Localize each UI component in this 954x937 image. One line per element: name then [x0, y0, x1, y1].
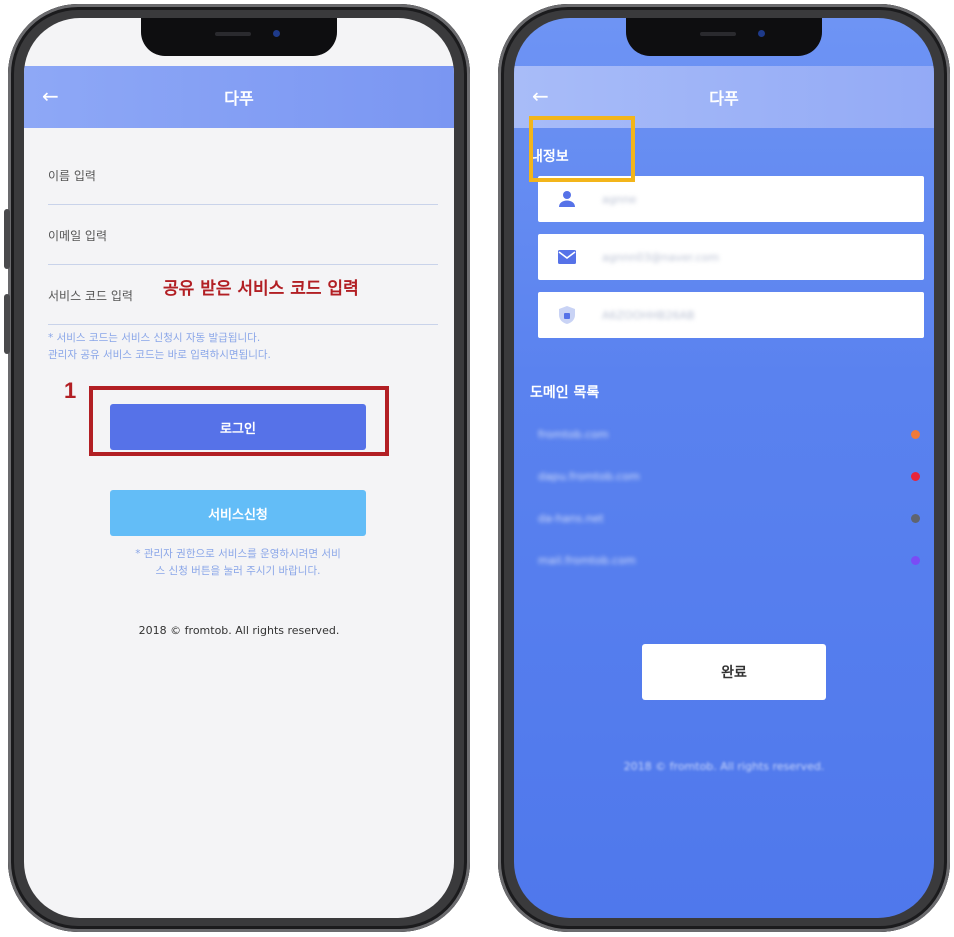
- arrow-left-icon[interactable]: ←: [42, 84, 59, 108]
- app-title: 다푸: [709, 89, 739, 108]
- code-value: A6ZOOHHB26AB: [602, 308, 695, 322]
- domain-name: dapu.fromtob.com: [538, 469, 640, 483]
- service-code-hint-2: 관리자 공유 서비스 코드는 바로 입력하시면됩니다.: [48, 349, 271, 361]
- code-info-box: A6ZOOHHB26AB: [538, 292, 924, 338]
- domain-name: mail.fromtob.com: [538, 553, 636, 567]
- name-field-label: 이름 입력: [48, 168, 96, 183]
- email-value: agnnn03@naver.com: [602, 250, 720, 264]
- domain-status-dot: [911, 555, 920, 565]
- domain-status-dot: [911, 429, 920, 439]
- service-apply-button[interactable]: 서비스신청: [110, 490, 366, 536]
- notch: [626, 18, 822, 56]
- domain-status-dot: [911, 513, 920, 523]
- notch: [141, 18, 337, 56]
- step-number-label: 1: [64, 378, 77, 403]
- service-code-hint-1: * 서비스 코드는 서비스 신청시 자동 발급됩니다.: [48, 332, 261, 344]
- domain-status-dot: [911, 471, 920, 481]
- my-info-highlight-box: [529, 116, 635, 182]
- domain-item[interactable]: dapu.fromtob.com: [538, 466, 920, 486]
- shield-icon: [554, 306, 580, 324]
- domain-name: fromtob.com: [538, 427, 609, 441]
- service-code-callout: 공유 받은 서비스 코드 입력: [163, 279, 359, 299]
- app-bar: ← 다푸: [24, 66, 454, 128]
- volume-up-button: [4, 209, 10, 269]
- domain-list-title: 도메인 목록: [530, 385, 600, 401]
- volume-down-button: [4, 294, 10, 354]
- name-value: agnne: [602, 192, 637, 206]
- name-info-box: agnne: [538, 176, 924, 222]
- notice-line-1: * 관리자 권한으로 서비스를 운영하시려면 서비: [135, 548, 341, 560]
- app-title: 다푸: [224, 89, 254, 108]
- mail-icon: [554, 250, 580, 264]
- domain-item[interactable]: fromtob.com: [538, 424, 920, 444]
- done-button[interactable]: 완료: [642, 644, 826, 700]
- domain-item[interactable]: da-hans.net: [538, 508, 920, 528]
- name-field[interactable]: 이름 입력: [48, 146, 438, 205]
- arrow-left-icon[interactable]: ←: [532, 84, 549, 108]
- notice-line-2: 스 신청 버튼을 눌러 주시기 바랍니다.: [155, 565, 321, 577]
- left-screen: ← 다푸 이름 입력 이메일 입력 서비스 코드 입력 * 서비스 코드는 서비…: [24, 18, 454, 918]
- login-highlight-box: [89, 386, 389, 456]
- service-apply-notice: * 관리자 권한으로 서비스를 운영하시려면 서비 스 신청 버튼을 눌러 주시…: [104, 546, 372, 580]
- email-field-label: 이메일 입력: [48, 228, 108, 243]
- left-phone-frame: ← 다푸 이름 입력 이메일 입력 서비스 코드 입력 * 서비스 코드는 서비…: [4, 4, 470, 932]
- domain-item[interactable]: mail.fromtob.com: [538, 550, 920, 570]
- email-field[interactable]: 이메일 입력: [48, 206, 438, 265]
- user-icon: [554, 190, 580, 208]
- email-info-box: agnnn03@naver.com: [538, 234, 924, 280]
- copyright-text: 2018 © fromtob. All rights reserved.: [623, 760, 825, 773]
- copyright-text: 2018 © fromtob. All rights reserved.: [138, 624, 340, 637]
- domain-name: da-hans.net: [538, 511, 604, 525]
- service-code-field-label: 서비스 코드 입력: [48, 288, 133, 303]
